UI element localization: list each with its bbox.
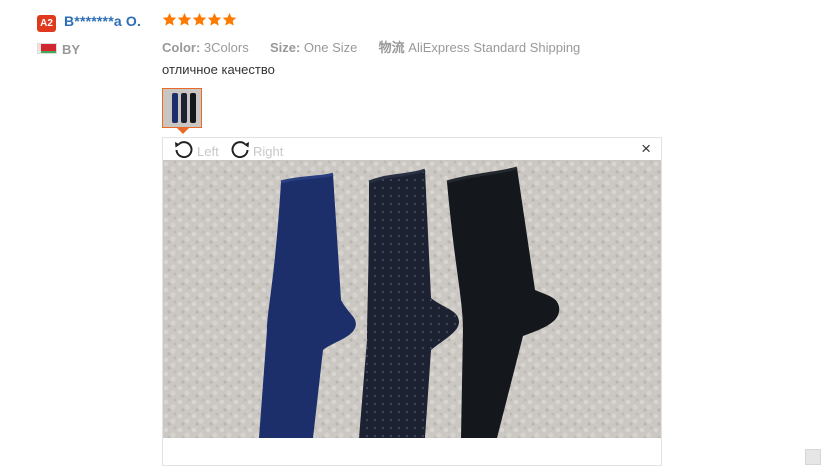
scrollbar-corner[interactable] <box>805 449 821 465</box>
star-icon <box>177 12 192 27</box>
star-icon <box>192 12 207 27</box>
reviewer-name[interactable]: B*******a O. <box>64 13 141 29</box>
review-text: отличное качество <box>162 62 275 77</box>
color-label: Color: <box>162 40 201 55</box>
star-icon <box>207 12 222 27</box>
viewer-toolbar: Left Right × <box>163 138 661 160</box>
shipping-label: 物流 <box>378 40 405 55</box>
star-icon <box>222 12 237 27</box>
rating-stars <box>162 12 237 27</box>
review-photo-thumbnail[interactable] <box>162 88 202 128</box>
thumbnail-selected-caret <box>176 127 190 134</box>
shipping-value: AliExpress Standard Shipping <box>408 40 581 55</box>
close-icon[interactable]: × <box>641 140 651 158</box>
flag-icon <box>37 43 57 54</box>
size-value: One Size <box>303 40 358 55</box>
rotate-left-label: Left <box>197 144 219 159</box>
star-icon <box>162 12 177 27</box>
size-label: Size: <box>269 40 301 55</box>
avatar-badge: A2 <box>37 15 56 32</box>
order-info: Color: 3Colors Size: One Size 物流 AliExpr… <box>162 37 580 56</box>
review-photo <box>163 160 661 438</box>
country-code: BY <box>62 42 81 57</box>
color-value: 3Colors <box>203 40 249 55</box>
rotate-right-label: Right <box>253 144 284 159</box>
photo-viewer: Left Right × <box>162 137 662 466</box>
